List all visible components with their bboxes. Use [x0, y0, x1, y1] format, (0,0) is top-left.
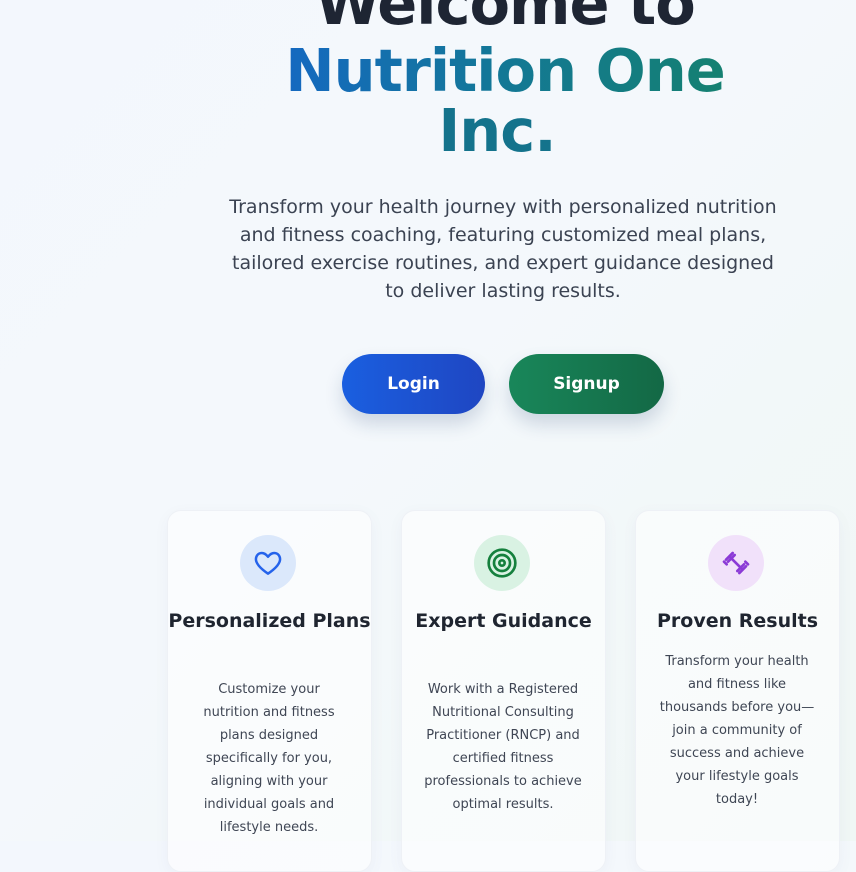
signup-button[interactable]: Signup: [509, 354, 664, 414]
hero-subtitle: Transform your health journey with perso…: [229, 196, 777, 302]
dumbbell-icon: [708, 535, 764, 591]
feature-description: Work with a Registered Nutritional Consu…: [424, 682, 582, 812]
feature-description: Transform your health and fitness like t…: [659, 654, 815, 807]
heart-icon: [240, 535, 296, 591]
feature-title: Personalized Plans: [168, 610, 371, 632]
hero-title-inc: Inc.: [438, 96, 556, 165]
login-button[interactable]: Login: [342, 354, 485, 414]
feature-description: Customize your nutrition and fitness pla…: [203, 682, 335, 835]
feature-title: Proven Results: [656, 610, 819, 632]
hero-title: Welcome to Nutrition One Fitness Inc.: [160, 0, 850, 163]
feature-card-expert-guidance: Expert Guidance Work with a Registered N…: [401, 510, 606, 872]
feature-title: Expert Guidance: [415, 610, 592, 632]
hero-title-welcome: Welcome to: [315, 0, 696, 38]
target-icon: [474, 535, 530, 591]
hero-title-brand: Nutrition One Fitness: [160, 40, 850, 159]
feature-card-personalized-plans: Personalized Plans Customize your nutrit…: [167, 510, 372, 872]
feature-card-proven-results: Proven Results Transform your health and…: [635, 510, 840, 872]
